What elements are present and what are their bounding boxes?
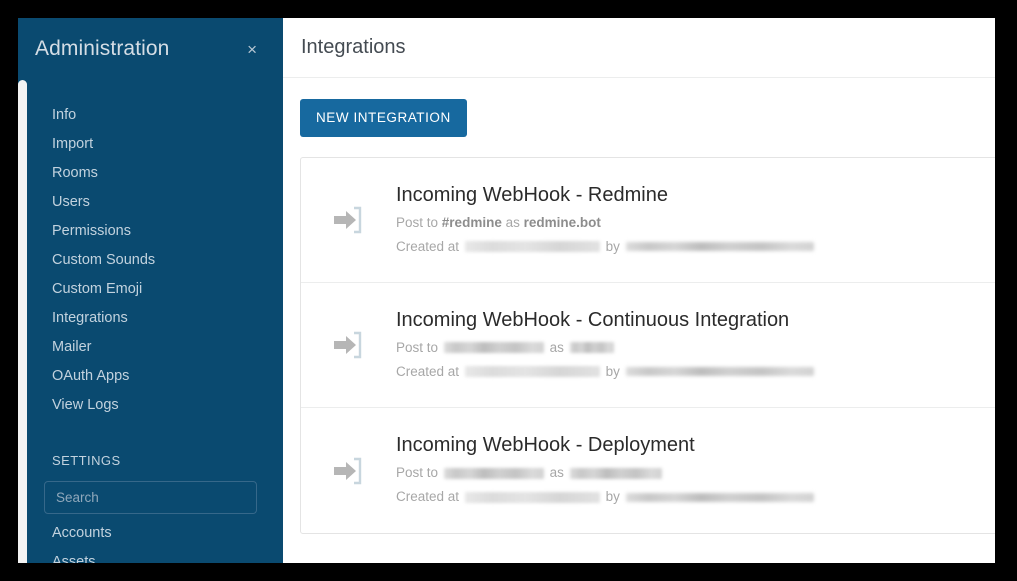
by-label: by (605, 489, 620, 504)
main-content: Integrations NEW INTEGRATION Incoming We… (283, 18, 995, 563)
created-at-value-redacted (464, 366, 600, 377)
sidebar-item-integrations[interactable]: Integrations (18, 304, 283, 333)
integration-target: Post to #redmine as redmine.bot (396, 211, 995, 235)
created-at-label: Created at (396, 238, 460, 254)
integration-channel: #redmine (441, 214, 502, 230)
sidebar-item-view-logs[interactable]: View Logs (18, 391, 283, 420)
integration-bot-redacted (569, 467, 662, 479)
integration-channel-redacted (443, 342, 544, 353)
created-at-value-redacted (464, 241, 600, 252)
integration-created: Created at by (396, 485, 995, 509)
sidebar-item-custom-sounds[interactable]: Custom Sounds (18, 246, 283, 275)
integration-created: Created at by (396, 360, 995, 384)
by-label: by (605, 238, 620, 254)
post-to-label: Post to (396, 339, 439, 355)
sidebar-item-accounts[interactable]: Accounts (18, 519, 283, 548)
sidebar-item-mailer[interactable]: Mailer (18, 333, 283, 362)
sidebar-item-info[interactable]: Info (18, 101, 283, 130)
list-item[interactable]: Incoming WebHook - Redmine Post to #redm… (301, 158, 995, 283)
close-icon[interactable]: × (241, 38, 263, 61)
sidebar-item-oauth-apps[interactable]: OAuth Apps (18, 362, 283, 391)
sign-in-arrow-icon (319, 457, 375, 485)
post-to-label: Post to (396, 465, 439, 480)
integration-bot: redmine.bot (523, 214, 601, 230)
sidebar-item-import[interactable]: Import (18, 130, 283, 159)
as-label: as (549, 465, 564, 480)
integration-name: Incoming WebHook - Deployment (396, 434, 695, 456)
admin-sidebar: Administration × Info Import Rooms Users… (18, 18, 283, 563)
created-by-value-redacted (625, 367, 814, 376)
main-body: NEW INTEGRATION Incoming WebHook - Redmi… (283, 78, 995, 534)
admin-window: Administration × Info Import Rooms Users… (18, 18, 995, 563)
sidebar-item-users[interactable]: Users (18, 188, 283, 217)
integration-channel-redacted (443, 467, 544, 479)
search-input[interactable] (44, 481, 257, 514)
created-at-label: Created at (396, 489, 460, 504)
integration-target: Post to as (396, 336, 995, 360)
list-item[interactable]: Incoming WebHook - Continuous Integratio… (301, 283, 995, 408)
sidebar-title: Administration (35, 37, 170, 60)
sidebar-search-wrapper (18, 475, 283, 514)
integration-bot-redacted (569, 342, 614, 353)
integration-target: Post to as (396, 461, 995, 485)
sidebar-settings-list: Accounts Assets (18, 514, 283, 563)
as-label: as (505, 214, 520, 230)
sidebar-section-settings: SETTINGS (52, 453, 121, 468)
created-by-value-redacted (625, 242, 814, 251)
integration-text: Incoming WebHook - Redmine Post to #redm… (375, 182, 995, 259)
created-at-label: Created at (396, 363, 460, 379)
page-title: Integrations (301, 36, 406, 58)
created-by-value-redacted (625, 492, 814, 502)
list-item[interactable]: Incoming WebHook - Deployment Post to as… (301, 408, 995, 533)
sign-in-arrow-icon (319, 331, 375, 359)
sidebar-item-assets[interactable]: Assets (18, 548, 283, 563)
by-label: by (605, 363, 620, 379)
sidebar-item-rooms[interactable]: Rooms (18, 159, 283, 188)
integration-text: Incoming WebHook - Deployment Post to as… (375, 432, 995, 509)
integration-created: Created at by (396, 235, 995, 259)
main-header: Integrations (283, 18, 995, 78)
integration-text: Incoming WebHook - Continuous Integratio… (375, 307, 995, 384)
integration-name: Incoming WebHook - Continuous Integratio… (396, 308, 790, 331)
as-label: as (549, 339, 564, 355)
sidebar-header: Administration × (18, 18, 283, 80)
integration-list-card: Incoming WebHook - Redmine Post to #redm… (300, 157, 995, 534)
new-integration-button[interactable]: NEW INTEGRATION (300, 99, 467, 137)
sign-in-arrow-icon (319, 206, 375, 234)
post-to-label: Post to (396, 214, 439, 230)
created-at-value-redacted (464, 491, 600, 503)
sidebar-nav: Info Import Rooms Users Permissions Cust… (18, 80, 283, 563)
sidebar-item-permissions[interactable]: Permissions (18, 217, 283, 246)
sidebar-scrollbar[interactable] (18, 80, 27, 563)
sidebar-item-custom-emoji[interactable]: Custom Emoji (18, 275, 283, 304)
integration-name: Incoming WebHook - Redmine (396, 183, 668, 206)
